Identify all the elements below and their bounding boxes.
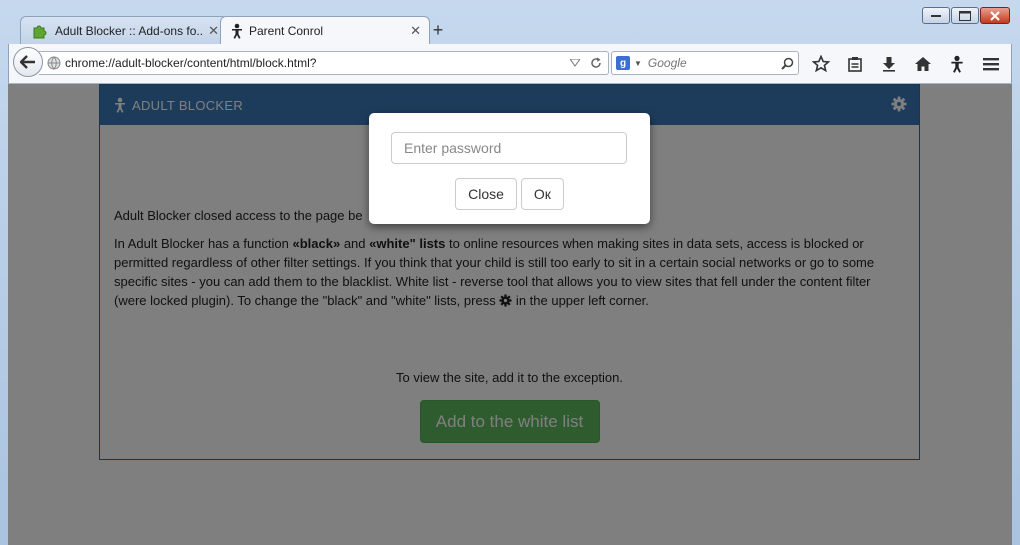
- minimize-icon: [931, 14, 941, 17]
- url-bar-icons: [570, 57, 608, 69]
- tab-close-icon[interactable]: ✕: [410, 23, 421, 39]
- browser-window: Adult Blocker :: Add-ons fo... ✕ Parent …: [0, 0, 1020, 545]
- tab-strip: Adult Blocker :: Add-ons fo... ✕ Parent …: [10, 14, 710, 44]
- puzzle-icon: [33, 25, 47, 38]
- restore-icon: [959, 10, 971, 21]
- navigation-bar: chrome://adult-blocker/content/html/bloc…: [8, 44, 1012, 84]
- dropdown-icon[interactable]: [570, 59, 580, 67]
- reading-list-button[interactable]: [843, 52, 867, 76]
- url-text: chrome://adult-blocker/content/html/bloc…: [65, 56, 317, 70]
- download-icon: [883, 57, 895, 72]
- hamburger-icon: [983, 58, 999, 71]
- reload-icon[interactable]: [590, 57, 602, 69]
- toolbar-icons: [809, 52, 1003, 76]
- chevron-down-icon[interactable]: ▼: [634, 59, 642, 68]
- close-button[interactable]: Close: [455, 178, 517, 210]
- page-content: ADULT BLOCKER Adult Blocker closed acces…: [8, 84, 1012, 545]
- bookmark-star-button[interactable]: [809, 52, 833, 76]
- child-icon: [951, 55, 963, 73]
- tab-label: Adult Blocker :: Add-ons fo...: [55, 23, 203, 38]
- back-button[interactable]: [13, 47, 43, 77]
- ok-button[interactable]: Ок: [520, 178, 564, 210]
- google-icon[interactable]: g: [616, 56, 630, 70]
- downloads-button[interactable]: [877, 52, 901, 76]
- back-arrow-icon: [20, 55, 35, 69]
- search-bar[interactable]: g ▼: [611, 51, 799, 75]
- menu-button[interactable]: [979, 52, 1003, 76]
- child-icon: [232, 23, 242, 39]
- star-icon: [812, 55, 830, 73]
- new-tab-button[interactable]: +: [428, 20, 448, 41]
- password-dialog: Close Ок: [369, 113, 650, 224]
- parent-control-button[interactable]: [945, 52, 969, 76]
- tab-close-icon[interactable]: ✕: [208, 23, 219, 39]
- search-input[interactable]: [645, 55, 780, 71]
- url-bar[interactable]: chrome://adult-blocker/content/html/bloc…: [39, 51, 609, 75]
- tab-addons[interactable]: Adult Blocker :: Add-ons fo... ✕: [20, 16, 228, 44]
- password-input[interactable]: [391, 132, 627, 164]
- minimize-button[interactable]: [922, 7, 950, 24]
- home-icon: [915, 57, 931, 71]
- window-controls: [922, 7, 1010, 24]
- dialog-actions: Close Ок: [391, 178, 628, 210]
- close-icon: [990, 10, 1000, 21]
- search-icon[interactable]: [781, 57, 794, 70]
- clipboard-icon: [848, 57, 862, 72]
- close-window-button[interactable]: [980, 7, 1010, 24]
- maximize-button[interactable]: [951, 7, 979, 24]
- tab-label: Parent Conrol: [249, 23, 324, 38]
- tab-parent-control[interactable]: Parent Conrol ✕: [220, 16, 430, 44]
- home-button[interactable]: [911, 52, 935, 76]
- globe-icon: [47, 56, 61, 70]
